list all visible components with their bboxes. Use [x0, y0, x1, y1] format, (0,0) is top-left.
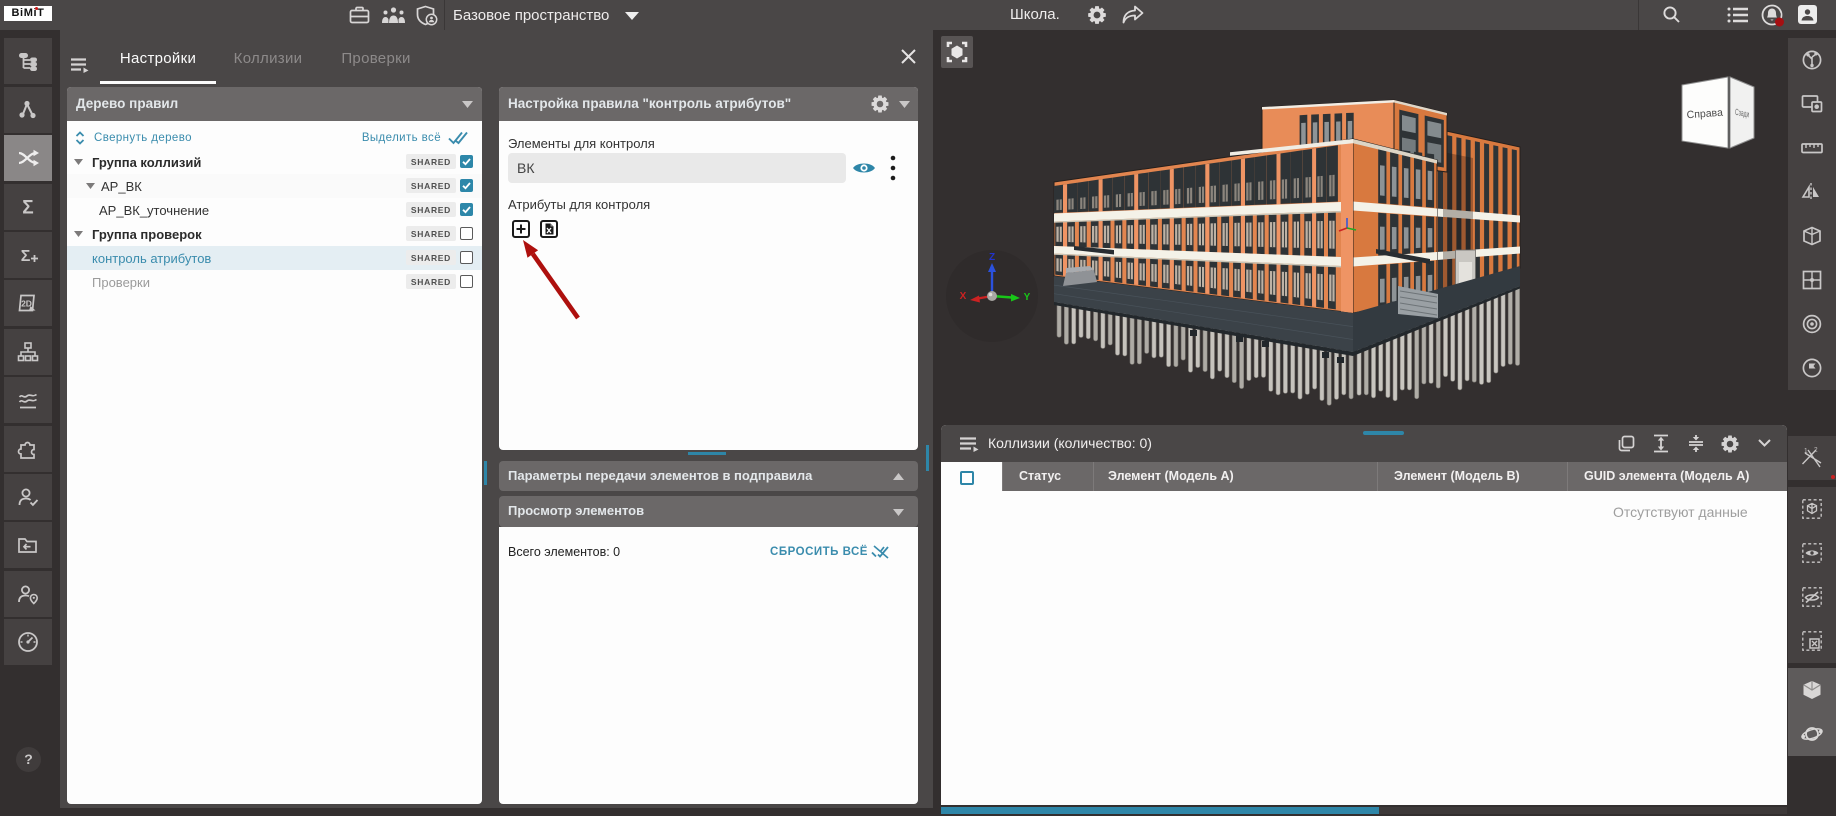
svg-text:Σ: Σ	[22, 198, 33, 219]
svg-text:2: 2	[1814, 447, 1818, 454]
svg-text:Справа: Справа	[1686, 107, 1723, 122]
svg-text:X: X	[960, 291, 967, 302]
svg-text:Y: Y	[1024, 292, 1031, 303]
svg-text:Σ: Σ	[21, 248, 31, 265]
svg-text:1: 1	[1804, 448, 1808, 455]
svg-text:Z: Z	[989, 252, 995, 263]
